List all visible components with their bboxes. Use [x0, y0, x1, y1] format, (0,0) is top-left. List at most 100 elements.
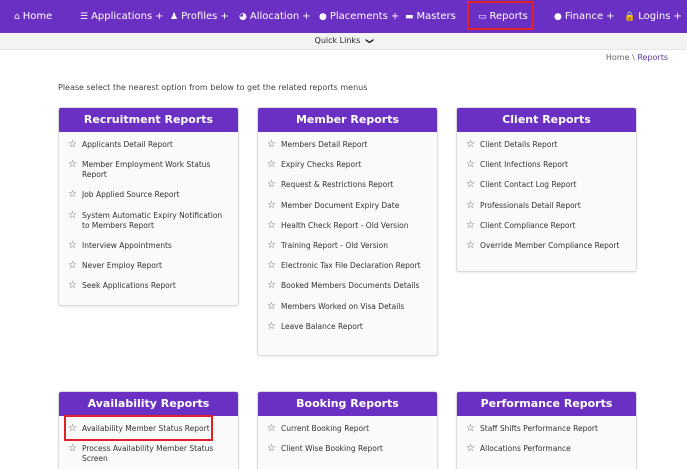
- star-icon[interactable]: ☆: [267, 321, 281, 332]
- report-link[interactable]: ☆ Expiry Checks Report: [267, 160, 437, 170]
- nav-applications-plus: +: [155, 11, 164, 22]
- nav-applications[interactable]: ☰ Applications +: [80, 0, 164, 33]
- star-icon[interactable]: ☆: [267, 180, 281, 190]
- star-icon[interactable]: ☆: [68, 281, 82, 291]
- report-link-label: Current Booking Report: [281, 424, 370, 433]
- report-link[interactable]: ☆ Member Document Expiry Date: [267, 200, 437, 211]
- report-link[interactable]: ☆ Booked Members Documents Details: [267, 281, 437, 291]
- nav-home[interactable]: ⌂ Home: [14, 0, 52, 33]
- report-link-label: Request & Restrictions Report: [281, 180, 394, 190]
- nav-allocation[interactable]: ◕ Allocation +: [239, 0, 311, 33]
- breadcrumb-home[interactable]: Home: [606, 53, 630, 62]
- report-link[interactable]: ☆ Allocations Performance: [466, 444, 636, 454]
- star-icon[interactable]: ☆: [466, 424, 480, 434]
- star-icon[interactable]: ☆: [267, 281, 281, 291]
- nav-masters-label: Masters: [416, 11, 456, 22]
- star-icon[interactable]: ☆: [267, 140, 281, 150]
- star-icon[interactable]: ☆: [466, 200, 480, 211]
- card-title: Performance Reports: [457, 392, 636, 416]
- star-icon[interactable]: ☆: [68, 444, 82, 454]
- report-link[interactable]: ☆ System Automatic Expiry Notification to…: [68, 210, 238, 231]
- quick-links-label: Quick Links: [314, 36, 361, 45]
- active-nav-highlight: [467, 1, 534, 30]
- report-link[interactable]: ☆ Interview Appointments: [68, 240, 238, 251]
- star-icon[interactable]: ☆: [267, 301, 281, 312]
- star-icon[interactable]: ☆: [267, 424, 281, 434]
- report-link-label: Interview Appointments: [82, 240, 172, 250]
- star-icon[interactable]: ☆: [267, 220, 281, 231]
- home-icon: ⌂: [14, 11, 20, 22]
- star-icon[interactable]: ☆: [267, 200, 281, 211]
- report-link-label: System Automatic Expiry Notification to …: [82, 210, 223, 230]
- star-icon[interactable]: ☆: [267, 160, 281, 170]
- star-icon[interactable]: ☆: [466, 444, 480, 454]
- star-icon[interactable]: ☆: [466, 140, 480, 150]
- star-icon[interactable]: ☆: [267, 240, 281, 251]
- report-link-label: Members Detail Report: [281, 140, 368, 149]
- report-link-label: Allocations Performance: [480, 444, 571, 454]
- nav-placements-plus: +: [390, 11, 400, 22]
- report-link-label: Booked Members Documents Details: [281, 281, 420, 291]
- report-link-label: Health Check Report - Old Version: [281, 220, 409, 230]
- report-link-label: Members Worked on Visa Details: [281, 301, 405, 311]
- report-link[interactable]: ☆ Members Detail Report: [267, 140, 437, 150]
- report-link[interactable]: ☆ Seek Applications Report: [68, 281, 238, 291]
- star-icon[interactable]: ☆: [466, 240, 480, 251]
- report-link[interactable]: ☆ Process Availability Member Status Scre…: [68, 444, 238, 464]
- report-link-label: Client Wise Booking Report: [281, 444, 383, 454]
- nav-placements[interactable]: ● Placements +: [319, 0, 399, 33]
- breadcrumb-current: Reports: [637, 53, 668, 62]
- report-link[interactable]: ☆ Leave Balance Report: [267, 321, 437, 332]
- nav-finance[interactable]: ● Finance +: [554, 0, 615, 33]
- report-link-label: Client Infections Report: [480, 160, 568, 170]
- globe-icon: ●: [319, 11, 327, 22]
- report-link[interactable]: ☆ Current Booking Report: [267, 424, 437, 434]
- report-link[interactable]: ☆ Electronic Tax File Declaration Report: [267, 261, 437, 271]
- star-icon[interactable]: ☆: [68, 190, 82, 200]
- report-link[interactable]: ☆ Members Worked on Visa Details: [267, 301, 437, 312]
- report-link[interactable]: ☆ Client Infections Report: [466, 160, 636, 170]
- report-list: ☆ Client Details Report ☆ Client Infections…: [457, 132, 636, 267]
- report-link[interactable]: ☆ Applicants Detail Report: [68, 140, 238, 150]
- card-title: Availability Reports: [59, 392, 238, 416]
- list-icon: ☰: [80, 11, 89, 22]
- report-link[interactable]: ☆ Request & Restrictions Report: [267, 180, 437, 190]
- report-link[interactable]: ☆ Client Details Report: [466, 140, 636, 150]
- performance-reports-card: Performance Reports ☆ Staff Shifts Perfor…: [456, 391, 637, 469]
- star-icon[interactable]: ☆: [466, 220, 480, 231]
- report-link[interactable]: ☆ Job Applied Source Report: [68, 190, 238, 200]
- star-icon[interactable]: ☆: [68, 260, 82, 271]
- report-link[interactable]: ☆ Training Report - Old Version: [267, 240, 437, 251]
- report-link[interactable]: ☆ Client Contact Log Report: [466, 180, 636, 190]
- report-link[interactable]: ☆ Health Check Report - Old Version: [267, 220, 437, 231]
- report-link[interactable]: ☆ Client Wise Booking Report: [267, 444, 437, 454]
- report-link[interactable]: ☆ Override Member Compliance Report: [466, 240, 636, 251]
- nav-logins-label: Logins: [638, 11, 671, 22]
- report-link[interactable]: ☆ Never Employ Report: [68, 260, 238, 271]
- report-list: ☆ Members Detail Report ☆ Expiry Checks Rep…: [258, 132, 437, 348]
- star-icon[interactable]: ☆: [267, 261, 281, 271]
- chevron-down-icon: ❯: [365, 37, 375, 45]
- card-title: Recruitment Reports: [59, 108, 238, 132]
- nav-finance-label: Finance: [564, 11, 604, 22]
- selected-report-highlight: [64, 415, 213, 441]
- report-link-label: Seek Applications Report: [82, 281, 176, 291]
- card-title: Member Reports: [258, 108, 437, 132]
- nav-profiles[interactable]: ♟ Profiles +: [170, 0, 229, 33]
- star-icon[interactable]: ☆: [68, 140, 82, 150]
- nav-logins[interactable]: 🔒 Logins +: [624, 0, 682, 33]
- report-link[interactable]: ☆ Staff Shifts Performance Report: [466, 424, 636, 434]
- card-title: Client Reports: [457, 108, 636, 132]
- star-icon[interactable]: ☆: [466, 160, 480, 170]
- report-link[interactable]: ☆ Member Employment Work Status Report: [68, 160, 238, 180]
- star-icon[interactable]: ☆: [466, 180, 480, 190]
- quick-links-toggle[interactable]: Quick Links ❯: [0, 33, 687, 49]
- breadcrumb: Home \ Reports: [606, 53, 668, 62]
- report-link[interactable]: ☆ Professionals Detail Report: [466, 200, 636, 211]
- star-icon[interactable]: ☆: [68, 210, 82, 221]
- star-icon[interactable]: ☆: [267, 444, 281, 454]
- nav-masters[interactable]: ▬ Masters: [405, 0, 456, 33]
- star-icon[interactable]: ☆: [68, 240, 82, 251]
- report-link[interactable]: ☆ Client Compliance Report: [466, 220, 636, 231]
- star-icon[interactable]: ☆: [68, 160, 82, 170]
